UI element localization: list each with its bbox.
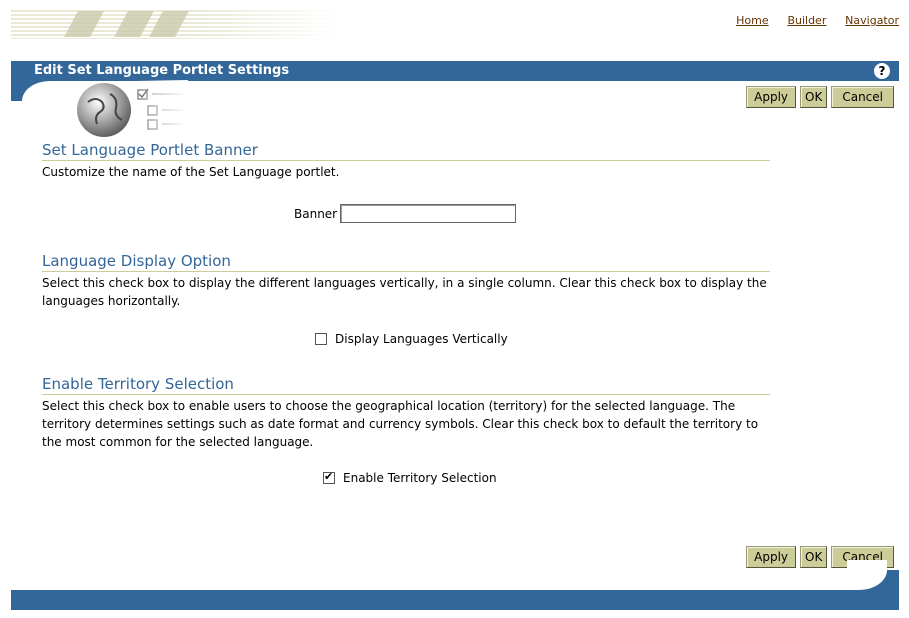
- global-links: Home Builder Navigator: [721, 13, 899, 27]
- section-description: Select this check box to display the dif…: [42, 276, 767, 308]
- display-vertical-option: Display Languages Vertically: [315, 332, 508, 346]
- title-bar-curve: [11, 81, 62, 111]
- territory-option: Enable Territory Selection: [323, 470, 497, 485]
- banner-section: Set Language Portlet Banner Customize th…: [42, 141, 770, 181]
- section-description: Customize the name of the Set Language p…: [42, 165, 340, 179]
- bottom-bar-curve: [847, 560, 899, 590]
- top-button-bar: Apply OK Cancel: [746, 86, 894, 108]
- help-icon[interactable]: ?: [874, 63, 890, 79]
- banner-label: Banner: [294, 206, 338, 221]
- ok-button[interactable]: OK: [800, 546, 828, 568]
- checkbox-label: Display Languages Vertically: [335, 332, 508, 346]
- home-link[interactable]: Home: [736, 14, 768, 27]
- builder-link[interactable]: Builder: [787, 14, 826, 27]
- territory-checkbox[interactable]: [323, 470, 335, 484]
- navigator-link[interactable]: Navigator: [845, 14, 899, 27]
- page-title: Edit Set Language Portlet Settings: [34, 63, 290, 78]
- section-heading: Enable Territory Selection: [42, 375, 770, 395]
- title-bar: Edit Set Language Portlet Settings ?: [11, 61, 899, 81]
- section-heading: Language Display Option: [42, 252, 770, 272]
- display-vertical-checkbox[interactable]: [315, 333, 327, 345]
- ok-button[interactable]: OK: [800, 86, 828, 108]
- section-heading: Set Language Portlet Banner: [42, 141, 770, 161]
- globe-checklist-graphic: [77, 80, 188, 140]
- bottom-bar: [11, 590, 899, 610]
- cancel-button[interactable]: Cancel: [831, 86, 894, 108]
- territory-section: Enable Territory Selection Select this c…: [42, 375, 770, 451]
- section-description: Select this check box to enable users to…: [42, 399, 759, 449]
- apply-button[interactable]: Apply: [746, 86, 797, 108]
- apply-button[interactable]: Apply: [746, 546, 797, 568]
- portal-logo: [11, 8, 339, 39]
- display-section: Language Display Option Select this chec…: [42, 252, 770, 310]
- banner-input[interactable]: [340, 204, 517, 223]
- banner-field: Banner: [294, 204, 517, 223]
- checkbox-label: Enable Territory Selection: [343, 471, 497, 485]
